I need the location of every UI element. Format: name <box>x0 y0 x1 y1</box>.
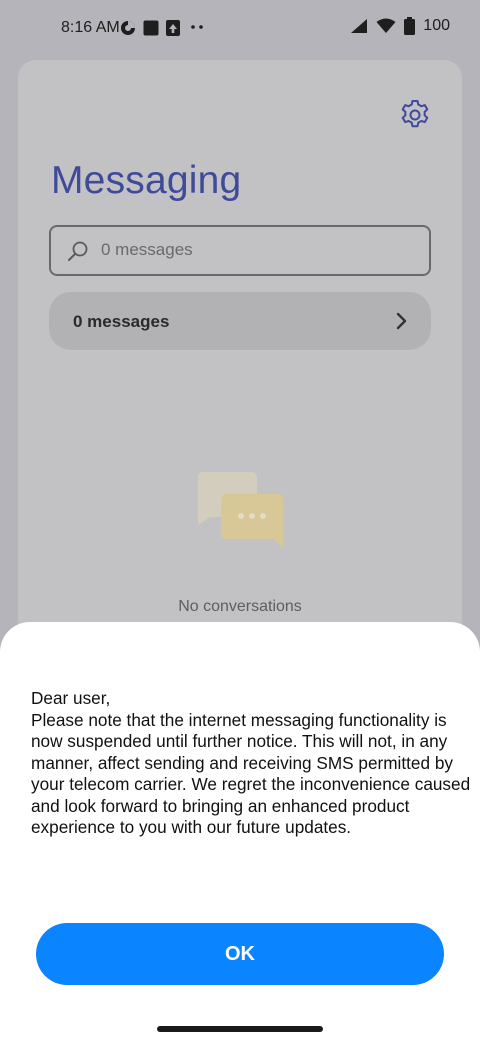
search-input[interactable] <box>101 240 401 260</box>
home-indicator[interactable] <box>157 1026 323 1032</box>
notice-text: Dear user, Please note that the internet… <box>31 688 471 839</box>
battery-icon <box>404 17 416 35</box>
messaging-app-card: Messaging 0 messages No conversations <box>18 60 462 660</box>
chevron-right-icon <box>396 312 407 330</box>
upload-icon <box>166 20 180 36</box>
empty-state-text: No conversations <box>178 598 302 615</box>
data-saver-icon <box>121 21 135 35</box>
cellular-signal-icon <box>351 19 368 33</box>
wifi-icon <box>376 18 396 33</box>
notice-body: Please note that the internet messaging … <box>31 709 471 838</box>
filter-row-label: 0 messages <box>73 312 170 331</box>
more-dots-icon <box>191 25 203 29</box>
notice-dialog: Dear user, Please note that the internet… <box>0 622 480 1040</box>
page-title: Messaging <box>51 159 242 202</box>
status-bar: 8:16 AM 100 <box>0 0 480 56</box>
empty-conversations-illustration <box>197 472 283 548</box>
search-box[interactable] <box>49 225 431 276</box>
battery-level: 100 <box>423 17 450 34</box>
settings-gear-icon[interactable] <box>398 98 432 132</box>
status-time: 8:16 AM <box>61 19 120 36</box>
messages-filter-row[interactable]: 0 messages <box>49 292 431 350</box>
search-icon <box>68 241 88 261</box>
notice-greeting: Dear user, <box>31 688 111 708</box>
ok-button[interactable]: OK <box>36 923 444 985</box>
square-icon <box>143 20 159 36</box>
